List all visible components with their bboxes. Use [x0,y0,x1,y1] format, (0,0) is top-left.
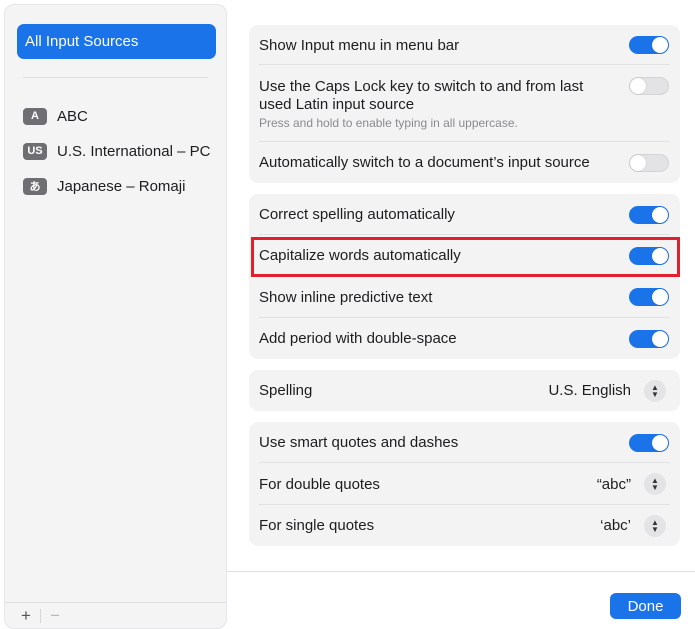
predictive-text-toggle[interactable] [629,288,669,306]
spelling-popup-button[interactable]: ▲ ▼ [644,379,666,402]
remove-input-source-button[interactable]: − [44,606,66,626]
smart-quotes-label: Use smart quotes and dashes [259,434,459,451]
spelling-row: Spelling U.S. English ▲ ▼ [249,370,680,411]
double-quotes-value: “abc” [596,475,631,493]
japanese-input-icon: あ [23,177,47,195]
double-quotes-label: For double quotes [259,475,380,493]
toggle-knob [652,330,668,347]
correct-spelling-row: Correct spelling automatically [249,194,680,235]
caps-lock-toggle[interactable] [629,77,669,95]
chevron-down-icon: ▼ [651,524,659,534]
double-space-period-toggle[interactable] [629,329,669,348]
auto-switch-row: Automatically switch to a document’s inp… [249,142,680,183]
correct-spelling-label: Correct spelling automatically [259,206,455,223]
input-sources-sidebar: All Input Sources A ABC US U.S. Internat… [4,4,227,629]
caps-lock-hint: Press and hold to enable typing in all u… [259,116,518,130]
sidebar-item-label: U.S. International – PC [57,142,211,160]
caps-lock-label-line2: used Latin input source [259,96,415,113]
sidebar-item-us-international[interactable]: US U.S. International – PC [23,138,210,164]
toggle-knob [630,78,646,94]
smart-quotes-toggle[interactable] [629,433,669,452]
chevron-down-icon: ▼ [651,389,659,399]
toggle-knob [652,37,668,53]
double-space-period-label: Add period with double-space [259,330,457,347]
caps-lock-row: Use the Caps Lock key to switch to and f… [249,65,680,142]
abc-input-icon: A [23,107,47,125]
sidebar-item-abc[interactable]: A ABC [23,103,88,129]
smart-quotes-group: Use smart quotes and dashes For double q… [249,422,680,546]
footer-divider [227,571,695,572]
show-input-menu-label: Show Input menu in menu bar [259,36,460,54]
toggle-knob [630,154,646,171]
auto-switch-toggle[interactable] [629,153,669,172]
predictive-text-label: Show inline predictive text [259,288,433,306]
caps-lock-label: Use the Caps Lock key to switch to and f… [259,78,583,114]
sidebar-item-label: Japanese – Romaji [57,177,186,195]
sidebar-divider [23,77,208,78]
footer-divider [40,608,41,623]
caps-lock-label-line1: Use the Caps Lock key to switch to and f… [259,78,584,95]
toggle-knob [652,289,668,305]
chevron-down-icon: ▼ [651,483,659,492]
auto-switch-label: Automatically switch to a document’s inp… [259,154,590,171]
sidebar-item-all-input-sources[interactable]: All Input Sources [17,24,216,59]
single-quotes-label: For single quotes [259,517,375,534]
highlight-box [251,237,680,277]
show-input-menu-toggle[interactable] [629,36,669,54]
double-space-period-row: Add period with double-space [249,318,680,359]
toggle-knob [652,206,668,223]
predictive-text-row: Show inline predictive text [249,276,680,318]
add-input-source-button[interactable]: + [15,606,37,626]
single-quotes-value: ‘abc’ [600,517,631,534]
sidebar-footer: + − [5,602,226,628]
show-input-menu-row: Show Input menu in menu bar [249,25,680,65]
done-button[interactable]: Done [610,593,681,619]
sidebar-item-label: ABC [57,107,88,125]
us-input-icon: US [23,142,47,160]
single-quotes-popup-button[interactable]: ▲ ▼ [644,514,666,537]
single-quotes-row: For single quotes ‘abc’ ▲ ▼ [249,505,680,546]
correct-spelling-toggle[interactable] [629,205,669,224]
double-quotes-popup-button[interactable]: ▲ ▼ [644,473,666,495]
spelling-value: U.S. English [548,382,631,399]
double-quotes-row: For double quotes “abc” ▲ ▼ [249,463,680,505]
input-settings-group: Show Input menu in menu bar Use the Caps… [249,25,680,183]
smart-quotes-row: Use smart quotes and dashes [249,422,680,463]
spelling-label: Spelling [259,382,313,399]
spelling-group: Spelling U.S. English ▲ ▼ [249,370,680,411]
toggle-knob [652,434,668,451]
sidebar-item-japanese-romaji[interactable]: あ Japanese – Romaji [23,173,185,199]
